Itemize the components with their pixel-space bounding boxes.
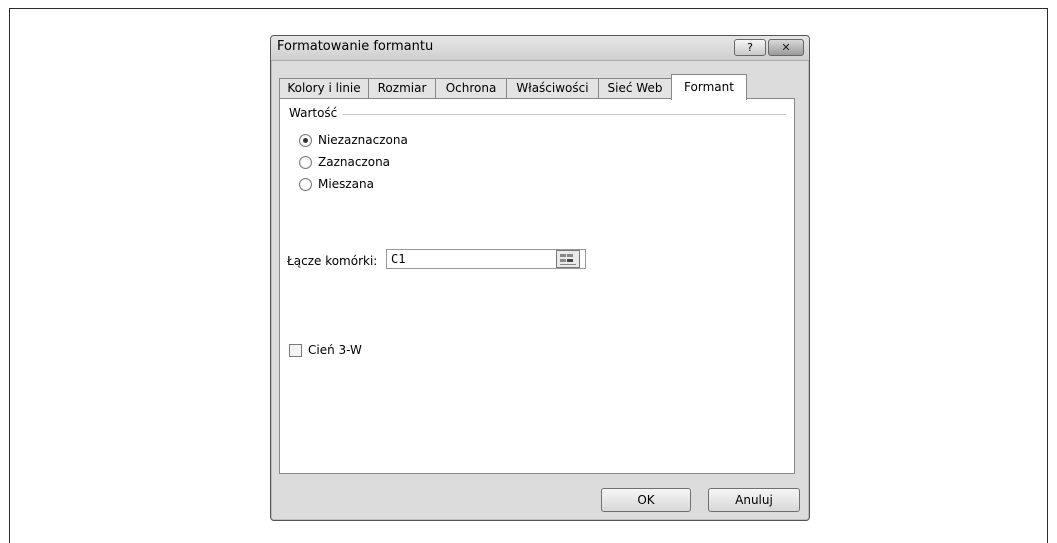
value-group-label: Wartość — [289, 106, 344, 120]
shadow-3d-option[interactable]: Cień 3-W — [289, 343, 362, 357]
radio-unchecked-option[interactable]: Niezaznaczona — [299, 132, 408, 148]
radio-button[interactable] — [299, 177, 312, 191]
tab-web[interactable]: Sieć Web — [598, 78, 672, 99]
radio-label-checked: Zaznaczona — [318, 155, 391, 169]
title-bar: Formatowanie formantu ? ✕ — [271, 36, 809, 61]
radio-mixed-option[interactable]: Mieszana — [299, 176, 374, 192]
radio-checked-option[interactable]: Zaznaczona — [299, 154, 390, 170]
tab-colors-lines[interactable]: Kolory i linie — [279, 78, 369, 99]
format-control-dialog: Formatowanie formantu ? ✕ Kolory i linie… — [270, 35, 810, 521]
group-divider — [340, 114, 786, 115]
radio-label-mixed: Mieszana — [318, 177, 374, 191]
cell-link-label: Łącze komórki: — [287, 254, 378, 268]
close-button[interactable]: ✕ — [768, 39, 804, 56]
shadow-3d-checkbox[interactable] — [289, 343, 302, 357]
range-select-button[interactable] — [556, 250, 580, 268]
radio-label-unchecked: Niezaznaczona — [318, 133, 408, 147]
tab-control[interactable]: Formant — [671, 74, 747, 100]
tab-properties[interactable]: Właściwości — [506, 78, 599, 99]
dialog-title: Formatowanie formantu — [277, 39, 434, 54]
close-icon: ✕ — [781, 41, 791, 54]
tab-protection[interactable]: Ochrona — [435, 78, 507, 99]
control-tab-panel: Wartość Niezaznaczona Zaznaczona Mieszan… — [279, 98, 795, 474]
radio-button-selected[interactable] — [299, 133, 312, 147]
help-button[interactable]: ? — [734, 39, 766, 56]
ok-button[interactable]: OK — [601, 488, 691, 512]
radio-button[interactable] — [299, 155, 312, 169]
help-icon: ? — [747, 41, 753, 54]
shadow-3d-label: Cień 3-W — [308, 343, 362, 357]
tab-size[interactable]: Rozmiar — [368, 78, 436, 99]
cancel-button[interactable]: Anuluj — [708, 488, 800, 512]
